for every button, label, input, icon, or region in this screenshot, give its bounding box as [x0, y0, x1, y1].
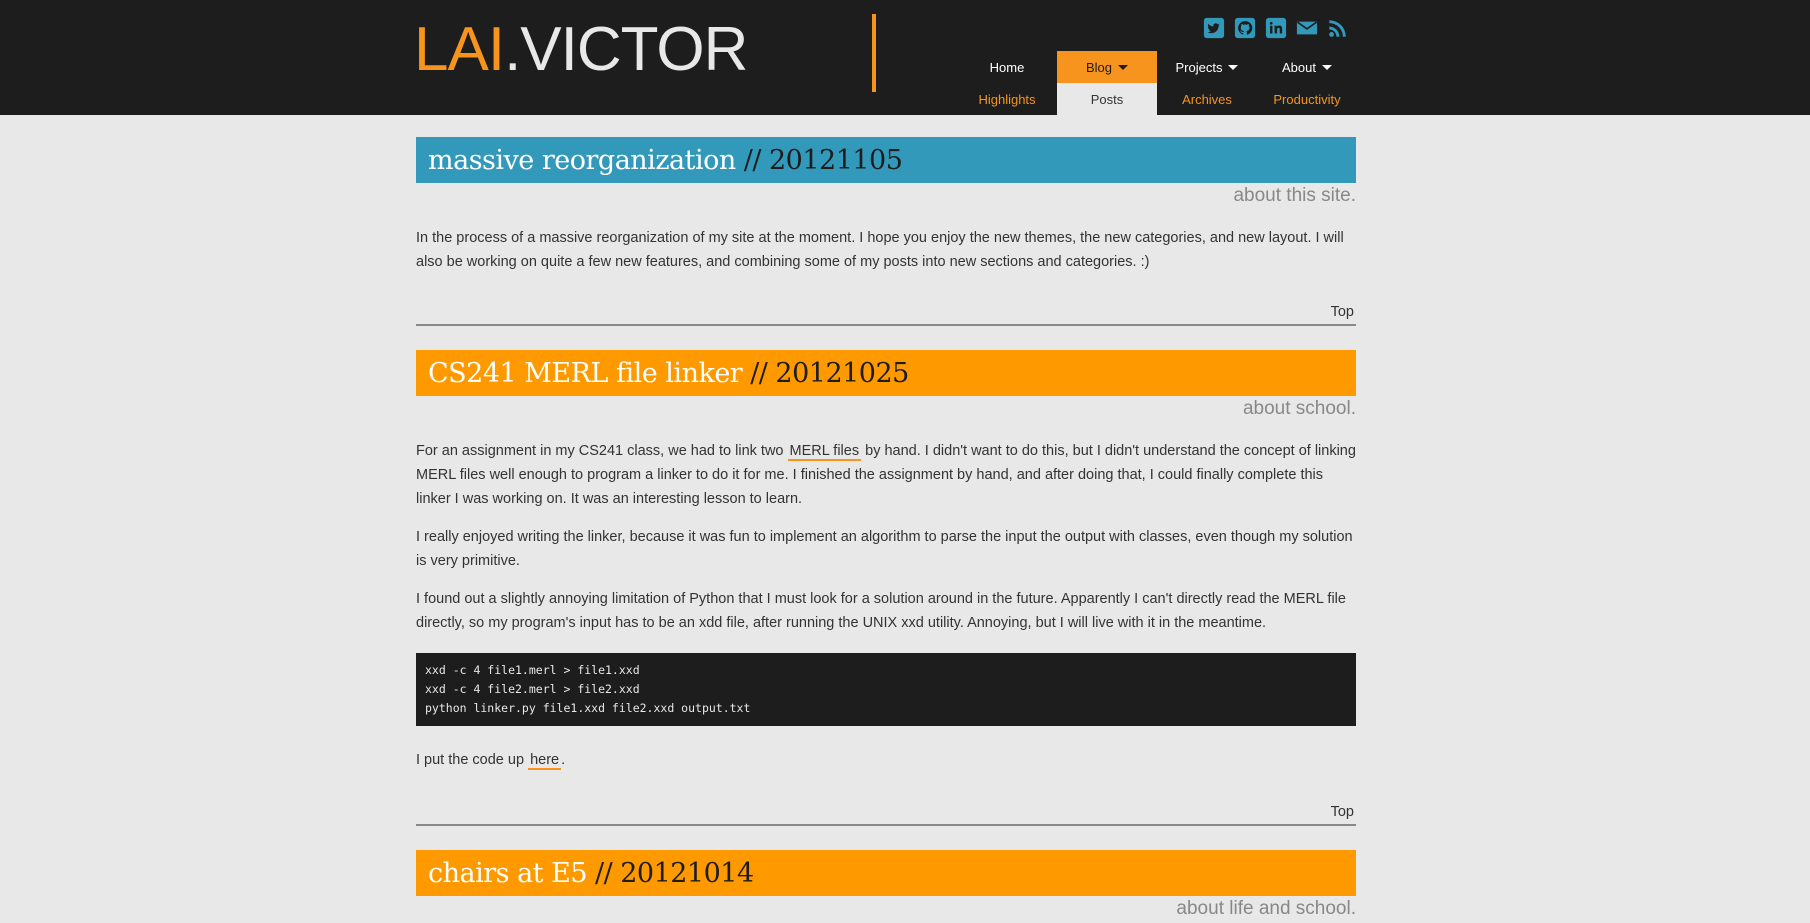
- post-date: 20121025: [775, 357, 909, 389]
- logo-last: VICTOR: [520, 15, 748, 84]
- nav-home-label: Home: [989, 59, 1025, 75]
- rss-icon[interactable]: [1327, 17, 1349, 39]
- github-icon[interactable]: [1234, 17, 1256, 39]
- subnav-highlights[interactable]: Highlights: [957, 83, 1057, 115]
- code-line: xxd -c 4 file2.merl > file2.xxd: [425, 682, 640, 696]
- subnav-productivity[interactable]: Productivity: [1257, 83, 1357, 115]
- post: chairs at E5 // 20121014 about life and …: [416, 850, 1356, 923]
- post-category: about school.: [1242, 398, 1356, 419]
- code-here-link[interactable]: here: [528, 752, 562, 770]
- paragraph-text: I put the code up: [416, 752, 525, 768]
- post-list: massive reorganization // 20121105 about…: [416, 137, 1356, 923]
- post-paragraph: I found out a slightly annoying limitati…: [416, 591, 1346, 631]
- back-to-top: Top: [416, 804, 1356, 826]
- social-links: [1203, 17, 1349, 39]
- subnav-archives[interactable]: Archives: [1157, 83, 1257, 115]
- post-title[interactable]: CS241 MERL file linker: [428, 358, 743, 389]
- sub-nav: Highlights Posts Archives Productivity: [957, 83, 1357, 115]
- post-paragraph: In the process of a massive reorganizati…: [416, 230, 1344, 270]
- post-title-separator: //: [743, 144, 762, 176]
- main-nav: Home Blog Projects About: [957, 51, 1357, 83]
- site-logo[interactable]: LAI.VICTOR: [414, 14, 748, 86]
- back-to-top: Top: [416, 304, 1356, 326]
- logo-dot: .: [504, 15, 521, 84]
- mail-icon[interactable]: [1296, 17, 1318, 39]
- post-paragraph: I put the code up here.: [416, 748, 1356, 772]
- paragraph-text: .: [561, 752, 566, 768]
- nav-about[interactable]: About: [1257, 51, 1357, 83]
- code-line: python linker.py file1.xxd file2.xxd out…: [425, 701, 751, 715]
- code-block: xxd -c 4 file1.merl > file1.xxd xxd -c 4…: [416, 653, 1356, 726]
- top-link[interactable]: Top: [1331, 804, 1356, 820]
- post-body: For an assignment in my CS241 class, we …: [416, 439, 1356, 772]
- post-title[interactable]: chairs at E5: [428, 858, 588, 889]
- top-link[interactable]: Top: [1331, 304, 1356, 320]
- site-header: LAI.VICTOR Home Blog Projects About High…: [0, 0, 1810, 115]
- post-date: 20121014: [620, 857, 754, 889]
- post-category: about this site.: [1233, 185, 1356, 206]
- nav-blog[interactable]: Blog: [1057, 51, 1157, 83]
- subnav-posts[interactable]: Posts: [1057, 83, 1157, 115]
- post-title-separator: //: [750, 357, 768, 389]
- logo-first: LAI: [414, 15, 505, 84]
- chevron-down-icon: [1321, 64, 1332, 70]
- twitter-icon[interactable]: [1203, 17, 1225, 39]
- linkedin-icon[interactable]: [1265, 17, 1287, 39]
- post-paragraph: I really enjoyed writing the linker, bec…: [416, 529, 1353, 569]
- post-body: In the process of a massive reorganizati…: [416, 226, 1356, 274]
- post-title-separator: //: [595, 857, 613, 889]
- code-line: xxd -c 4 file1.merl > file1.xxd: [425, 663, 640, 677]
- post-date: 20121105: [768, 144, 903, 176]
- nav-about-label: About: [1282, 59, 1316, 75]
- post-title-bar: massive reorganization // 20121105: [416, 137, 1356, 183]
- logo-divider: [872, 14, 876, 92]
- chevron-down-icon: [1228, 64, 1239, 70]
- post-title-bar: chairs at E5 // 20121014: [416, 850, 1356, 896]
- post-title-bar: CS241 MERL file linker // 20121025: [416, 350, 1356, 396]
- post-title[interactable]: massive reorganization: [428, 145, 736, 176]
- nav-projects[interactable]: Projects: [1157, 51, 1257, 83]
- post-paragraph: For an assignment in my CS241 class, we …: [416, 439, 1356, 511]
- post: CS241 MERL file linker // 20121025 about…: [416, 350, 1356, 826]
- nav-home[interactable]: Home: [957, 51, 1057, 83]
- merl-files-link[interactable]: MERL files: [787, 443, 862, 461]
- nav-projects-label: Projects: [1175, 59, 1223, 75]
- post: massive reorganization // 20121105 about…: [416, 137, 1356, 326]
- post-category: about life and school.: [1176, 898, 1356, 919]
- chevron-down-icon: [1118, 64, 1129, 70]
- nav-blog-label: Blog: [1085, 59, 1113, 75]
- paragraph-text: For an assignment in my CS241 class, we …: [416, 443, 784, 459]
